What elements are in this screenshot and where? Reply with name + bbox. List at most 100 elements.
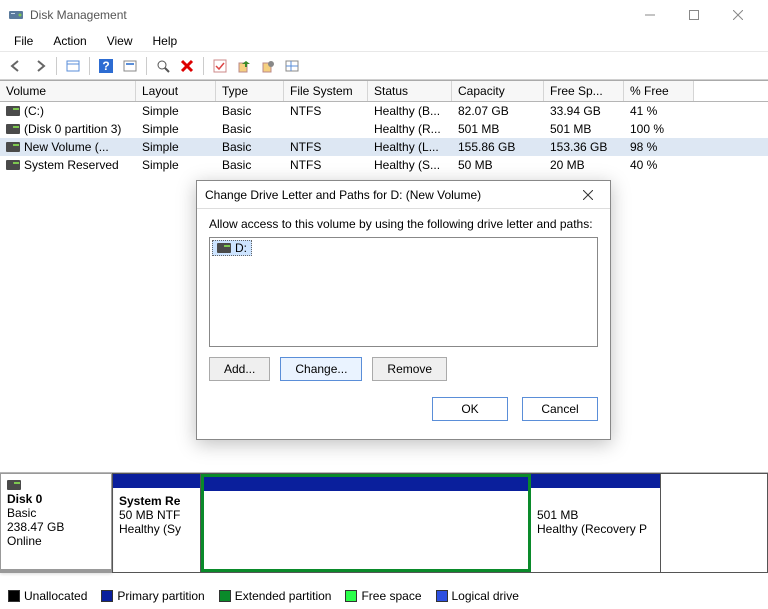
- change-drive-letter-dialog: Change Drive Letter and Paths for D: (Ne…: [196, 180, 611, 440]
- col-free[interactable]: Free Sp...: [544, 81, 624, 101]
- disk-icon: [7, 480, 21, 490]
- menu-help[interactable]: Help: [143, 32, 188, 50]
- partition-label: [210, 497, 522, 525]
- drive-icon: [6, 160, 20, 170]
- cell-type: Basic: [216, 103, 284, 119]
- dialog-hint: Allow access to this volume by using the…: [209, 217, 598, 231]
- export-icon[interactable]: [234, 56, 254, 76]
- dialog-title: Change Drive Letter and Paths for D: (Ne…: [205, 188, 574, 202]
- disk-status: Online: [7, 534, 42, 548]
- menubar: File Action View Help: [0, 30, 768, 52]
- volume-table: Volume Layout Type File System Status Ca…: [0, 80, 768, 174]
- ok-button[interactable]: OK: [432, 397, 508, 421]
- cell-capacity: 155.86 GB: [452, 139, 544, 155]
- cell-fs: [284, 128, 368, 130]
- window-title: Disk Management: [30, 8, 628, 22]
- drive-icon: [6, 142, 20, 152]
- cell-status: Healthy (R...: [368, 121, 452, 137]
- legend-logical: Logical drive: [452, 589, 519, 603]
- menu-action[interactable]: Action: [43, 32, 96, 50]
- add-button[interactable]: Add...: [209, 357, 270, 381]
- svg-text:?: ?: [102, 59, 109, 73]
- titlebar: Disk Management: [0, 0, 768, 30]
- toolbar-sep: [203, 57, 204, 75]
- toolbar: ?: [0, 52, 768, 80]
- cell-free: 153.36 GB: [544, 139, 624, 155]
- swatch-logical: [436, 590, 448, 602]
- cell-fs: NTFS: [284, 157, 368, 173]
- layout-icon[interactable]: [282, 56, 302, 76]
- menu-file[interactable]: File: [4, 32, 43, 50]
- cell-layout: Simple: [136, 103, 216, 119]
- drive-letter-list[interactable]: D:: [209, 237, 598, 347]
- cell-free: 33.94 GB: [544, 103, 624, 119]
- cell-free: 501 MB: [544, 121, 624, 137]
- cell-pct: 40 %: [624, 157, 694, 173]
- swatch-primary: [101, 590, 113, 602]
- toolbar-sep: [56, 57, 57, 75]
- dialog-titlebar: Change Drive Letter and Paths for D: (Ne…: [197, 181, 610, 209]
- cell-capacity: 50 MB: [452, 157, 544, 173]
- help-icon[interactable]: ?: [96, 56, 116, 76]
- minimize-button[interactable]: [628, 0, 672, 30]
- cell-layout: Simple: [136, 157, 216, 173]
- table-row[interactable]: New Volume (...SimpleBasicNTFSHealthy (L…: [0, 138, 768, 156]
- drive-icon: [6, 124, 20, 134]
- cancel-button[interactable]: Cancel: [522, 397, 598, 421]
- table-row[interactable]: System ReservedSimpleBasicNTFSHealthy (S…: [0, 156, 768, 174]
- disk-header[interactable]: Disk 0 Basic 238.47 GB Online: [0, 473, 112, 573]
- partition[interactable]: System Re50 MB NTFHealthy (Sy: [113, 474, 201, 572]
- partition[interactable]: [201, 474, 531, 572]
- find-icon[interactable]: [153, 56, 173, 76]
- partition-label: System Re50 MB NTFHealthy (Sy: [119, 494, 194, 536]
- col-status[interactable]: Status: [368, 81, 452, 101]
- menu-view[interactable]: View: [97, 32, 143, 50]
- col-pct[interactable]: % Free: [624, 81, 694, 101]
- disk-type: Basic: [7, 506, 36, 520]
- settings-icon[interactable]: [258, 56, 278, 76]
- refresh-icon[interactable]: [120, 56, 140, 76]
- toolbar-sep: [146, 57, 147, 75]
- partition[interactable]: 501 MBHealthy (Recovery P: [531, 474, 661, 572]
- table-row[interactable]: (C:)SimpleBasicNTFSHealthy (B...82.07 GB…: [0, 102, 768, 120]
- volume-name: (Disk 0 partition 3): [24, 122, 121, 136]
- cell-capacity: 82.07 GB: [452, 103, 544, 119]
- volume-name: (C:): [24, 104, 44, 118]
- table-row[interactable]: (Disk 0 partition 3)SimpleBasicHealthy (…: [0, 120, 768, 138]
- forward-icon[interactable]: [30, 56, 50, 76]
- drive-icon: [217, 243, 231, 253]
- disk-size: 238.47 GB: [7, 520, 64, 534]
- disk-map: Disk 0 Basic 238.47 GB Online System Re5…: [0, 472, 768, 573]
- cell-pct: 41 %: [624, 103, 694, 119]
- maximize-button[interactable]: [672, 0, 716, 30]
- delete-icon[interactable]: [177, 56, 197, 76]
- col-fs[interactable]: File System: [284, 81, 368, 101]
- col-capacity[interactable]: Capacity: [452, 81, 544, 101]
- col-type[interactable]: Type: [216, 81, 284, 101]
- legend-freespace: Free space: [361, 589, 421, 603]
- check-icon[interactable]: [210, 56, 230, 76]
- swatch-extended: [219, 590, 231, 602]
- close-button[interactable]: [716, 0, 760, 30]
- cell-fs: NTFS: [284, 103, 368, 119]
- cell-layout: Simple: [136, 121, 216, 137]
- change-button[interactable]: Change...: [280, 357, 362, 381]
- drive-letter-item-selected[interactable]: D:: [212, 240, 252, 256]
- cell-status: Healthy (S...: [368, 157, 452, 173]
- cell-free: 20 MB: [544, 157, 624, 173]
- cell-pct: 98 %: [624, 139, 694, 155]
- col-layout[interactable]: Layout: [136, 81, 216, 101]
- volume-name: System Reserved: [24, 158, 119, 172]
- remove-button[interactable]: Remove: [372, 357, 447, 381]
- cell-status: Healthy (L...: [368, 139, 452, 155]
- swatch-freespace: [345, 590, 357, 602]
- back-icon[interactable]: [6, 56, 26, 76]
- swatch-unallocated: [8, 590, 20, 602]
- cell-fs: NTFS: [284, 139, 368, 155]
- col-volume[interactable]: Volume: [0, 81, 136, 101]
- cell-capacity: 501 MB: [452, 121, 544, 137]
- properties-icon[interactable]: [63, 56, 83, 76]
- dialog-close-button[interactable]: [574, 181, 602, 209]
- drive-letter-label: D:: [235, 241, 247, 255]
- app-icon: [8, 7, 24, 23]
